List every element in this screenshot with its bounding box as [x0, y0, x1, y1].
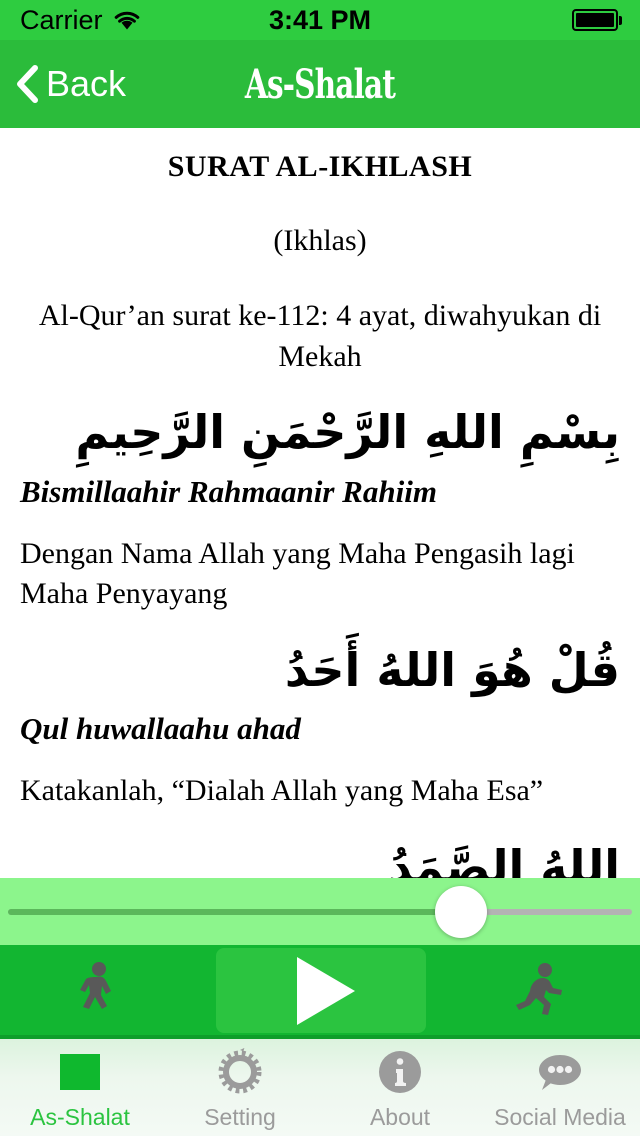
speech-bubble-icon	[536, 1048, 584, 1096]
surah-header: SURAT AL-IKHLASH (Ikhlas) Al-Qur’an sura…	[20, 150, 620, 377]
verse-transliteration: Bismillaahir Rahmaanir Rahiim	[20, 473, 437, 509]
playback-slider-panel	[0, 878, 640, 945]
status-bar: Carrier 3:41 PM	[0, 0, 640, 40]
verse-transliteration: Qul huwallaahu ahad	[20, 711, 301, 747]
surah-meta: Al-Qur’an surat ke-112: 4 ayat, diwahyuk…	[38, 299, 602, 373]
playback-slider-thumb[interactable]	[434, 885, 487, 938]
playback-slider-fill	[8, 908, 458, 915]
surah-alt-name: (Ikhlas)	[273, 224, 367, 257]
tab-setting[interactable]: Setting	[160, 1039, 320, 1136]
tab-label: Setting	[204, 1104, 276, 1130]
tab-label: About	[369, 1104, 431, 1130]
play-button[interactable]	[216, 948, 426, 1033]
verse-item: بِسْمِ اللهِ الرَّحْمَنِ الرَّحِيمِ Bism…	[20, 399, 620, 615]
chevron-left-icon	[14, 64, 40, 104]
battery-full-icon	[572, 9, 622, 31]
clock-label: 3:41 PM	[268, 4, 372, 35]
walking-person-icon[interactable]	[70, 960, 126, 1020]
play-icon	[297, 956, 355, 1025]
tab-about[interactable]: About	[320, 1039, 480, 1136]
surah-content-scroll[interactable]: SURAT AL-IKHLASH (Ikhlas) Al-Qur’an sura…	[0, 128, 640, 878]
tab-as-shalat[interactable]: As-Shalat	[0, 1039, 160, 1136]
gear-icon	[216, 1048, 264, 1096]
tab-label: Social Media	[494, 1104, 626, 1130]
green-square-icon	[56, 1048, 104, 1096]
playback-slider[interactable]	[8, 908, 632, 915]
verse-translation: Dengan Nama Allah yang Maha Pengasih lag…	[20, 536, 575, 611]
navigation-bar: Back As-Shalat	[0, 40, 640, 128]
tab-label: As-Shalat	[30, 1104, 130, 1130]
tab-bar: As-Shalat Setting About Social Media	[0, 1035, 640, 1136]
verse-item: قُلْ هُوَ اللهُ أَحَدُ Qul huwallaahu ah…	[20, 637, 620, 812]
verse-translation: Katakanlah, “Dialah Allah yang Maha Esa”	[20, 774, 544, 808]
surah-title: SURAT AL-IKHLASH	[167, 150, 473, 183]
verse-arabic: قُلْ هُوَ اللهُ أَحَدُ	[284, 642, 620, 697]
player-controls-bar	[0, 945, 640, 1035]
page-title: As-Shalat	[244, 60, 396, 108]
verse-arabic: اللهُ الصَّمَدُ	[388, 839, 620, 878]
info-circle-icon	[376, 1048, 424, 1096]
tab-social-media[interactable]: Social Media	[480, 1039, 640, 1136]
app-screen: Carrier 3:41 PM Back As-Shalat SURAT AL-…	[0, 0, 640, 1136]
verse-item: اللهُ الصَّمَدُ	[20, 834, 620, 878]
running-person-icon[interactable]	[514, 960, 570, 1020]
verse-arabic: بِسْمِ اللهِ الرَّحْمَنِ الرَّحِيمِ	[75, 405, 620, 459]
